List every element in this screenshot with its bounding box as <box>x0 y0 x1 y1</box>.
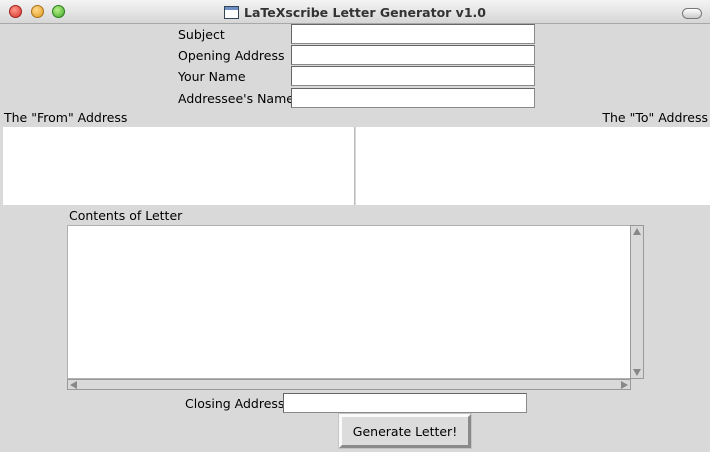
to-address-textarea[interactable] <box>356 127 710 205</box>
closing-address-label: Closing Address <box>185 396 285 411</box>
to-address-label: The "To" Address <box>602 110 708 125</box>
opening-address-label: Opening Address <box>178 48 285 63</box>
toolbar-toggle-button[interactable] <box>682 8 702 19</box>
addressee-name-label: Addressee's Name <box>178 91 294 106</box>
scroll-left-arrow-icon[interactable] <box>70 381 77 389</box>
from-address-label: The "From" Address <box>4 110 128 125</box>
contents-label: Contents of Letter <box>69 208 183 223</box>
contents-horizontal-scrollbar[interactable] <box>67 379 631 390</box>
app-window-icon <box>224 5 240 19</box>
window-title: LaTeXscribe Letter Generator v1.0 <box>244 4 486 20</box>
generate-letter-button[interactable]: Generate Letter! <box>338 413 472 449</box>
contents-vertical-scrollbar[interactable] <box>630 225 644 379</box>
contents-textarea[interactable] <box>67 225 631 379</box>
your-name-input[interactable] <box>291 66 535 86</box>
opening-address-input[interactable] <box>291 45 535 65</box>
subject-input[interactable] <box>291 24 535 44</box>
scroll-up-arrow-icon[interactable] <box>633 228 641 235</box>
addressee-name-input[interactable] <box>291 88 535 108</box>
title-bar[interactable]: LaTeXscribe Letter Generator v1.0 <box>0 0 710 24</box>
closing-address-input[interactable] <box>283 393 527 413</box>
subject-label: Subject <box>178 27 225 42</box>
from-address-textarea[interactable] <box>3 127 355 205</box>
scroll-right-arrow-icon[interactable] <box>621 381 628 389</box>
your-name-label: Your Name <box>178 69 246 84</box>
scroll-down-arrow-icon[interactable] <box>633 369 641 376</box>
